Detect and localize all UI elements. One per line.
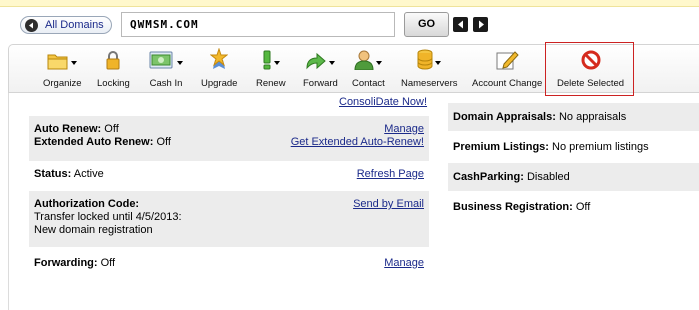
previous-arrow-icon[interactable] xyxy=(453,17,468,32)
toolbar-locking-label: Locking xyxy=(97,78,130,89)
toolbar-renew[interactable]: Renew xyxy=(256,50,286,89)
forwarding-label: Forwarding: xyxy=(34,257,98,269)
business-registration-label: Business Registration: xyxy=(453,201,573,213)
dropdown-caret-icon xyxy=(177,61,183,65)
send-by-email-link[interactable]: Send by Email xyxy=(353,198,424,211)
dropdown-caret-icon xyxy=(71,61,78,65)
domain-appraisals-row: Domain Appraisals: No appraisals xyxy=(448,103,699,131)
dropdown-caret-icon xyxy=(376,61,383,65)
transfer-lock-text: Transfer locked until 4/5/2013: xyxy=(34,211,182,223)
cashparking-label: CashParking: xyxy=(453,171,524,183)
toolbar-delete-selected[interactable]: Delete Selected xyxy=(557,50,625,89)
premium-listings-label: Premium Listings: xyxy=(453,141,549,153)
toolbar-account-change-label: Account Change xyxy=(472,78,543,89)
all-domains-label: All Domains xyxy=(45,19,104,31)
manage-auto-renew-link[interactable]: Manage xyxy=(384,123,424,136)
all-domains-button[interactable]: All Domains xyxy=(20,16,112,34)
renew-icon xyxy=(262,50,272,73)
toolbar-locking[interactable]: Locking xyxy=(97,51,130,89)
toolbar-contact-label: Contact xyxy=(352,78,385,89)
authorization-code-row: Authorization Code: Send by Email Transf… xyxy=(29,191,429,247)
manage-forwarding-link[interactable]: Manage xyxy=(384,257,424,270)
toolbar-delete-selected-label: Delete Selected xyxy=(557,78,625,89)
left-panel-border xyxy=(8,93,9,310)
extended-auto-renew-value: Off xyxy=(156,136,171,148)
status-value: Active xyxy=(73,168,104,180)
status-label: Status: xyxy=(34,168,72,180)
toolbar-forward-label: Forward xyxy=(303,78,338,89)
dropdown-caret-icon xyxy=(435,61,442,65)
nameservers-database-icon xyxy=(417,49,433,73)
cashparking-value: Disabled xyxy=(526,171,570,183)
business-registration-value: Off xyxy=(575,201,591,213)
toolbar-forward[interactable]: Forward xyxy=(303,51,338,89)
domain-search-input[interactable]: QWMSM.COM xyxy=(121,12,395,37)
auto-renew-row: Auto Renew: Off Manage Extended Auto Ren… xyxy=(29,116,429,161)
forwarding-row: Forwarding: Off Manage xyxy=(29,250,429,278)
forward-arrow-icon xyxy=(305,52,327,73)
top-notice-strip xyxy=(0,0,699,7)
prohibited-icon xyxy=(581,50,601,73)
business-registration-row: Business Registration: Off xyxy=(448,193,699,221)
auto-renew-label: Auto Renew: xyxy=(34,123,102,135)
toolbar-contact[interactable]: Contact xyxy=(352,50,385,89)
toolbar-upgrade-label: Upgrade xyxy=(201,78,238,89)
toolbar-cash-in-label: Cash In xyxy=(149,78,183,89)
account-change-pencil-icon xyxy=(495,50,519,73)
auto-renew-value: Off xyxy=(104,123,119,135)
forwarding-value: Off xyxy=(100,257,116,269)
cashparking-row: CashParking: Disabled xyxy=(448,163,699,191)
consolidate-now-link[interactable]: ConsoliDate Now! xyxy=(339,96,427,108)
contact-person-icon xyxy=(354,50,374,73)
folder-icon xyxy=(47,52,69,73)
premium-listings-value: No premium listings xyxy=(552,141,649,153)
refresh-page-link[interactable]: Refresh Page xyxy=(357,168,424,181)
toolbar-renew-label: Renew xyxy=(256,78,286,89)
extended-auto-renew-label: Extended Auto Renew: xyxy=(34,136,154,148)
toolbar-organize[interactable]: Organize xyxy=(43,51,82,89)
toolbar-cash-in[interactable]: Cash In xyxy=(149,51,183,89)
toolbar-account-change[interactable]: Account Change xyxy=(472,51,542,89)
padlock-icon xyxy=(105,50,121,73)
authorization-code-label: Authorization Code: xyxy=(34,198,140,210)
premium-listings-row: Premium Listings: No premium listings xyxy=(448,133,699,161)
new-registration-text: New domain registration xyxy=(34,224,153,236)
go-button[interactable]: GO xyxy=(404,12,449,37)
get-extended-auto-renew-link[interactable]: Get Extended Auto-Renew! xyxy=(291,136,424,149)
domain-appraisals-label: Domain Appraisals: xyxy=(453,111,556,123)
toolbar-nameservers[interactable]: Nameservers xyxy=(401,49,458,89)
toolbar-upgrade[interactable]: Upgrade xyxy=(201,47,238,89)
back-arrow-icon xyxy=(25,18,38,32)
toolbar-organize-label: Organize xyxy=(43,78,82,89)
domain-toolbar: Organize Locking Cash In Upgrade Renew F… xyxy=(8,44,699,93)
dropdown-caret-icon xyxy=(273,61,280,65)
star-ribbon-icon xyxy=(209,47,229,73)
dropdown-caret-icon xyxy=(329,61,336,65)
domain-appraisals-value: No appraisals xyxy=(558,111,627,123)
status-row: Status: Active Refresh Page xyxy=(29,161,429,189)
next-arrow-icon[interactable] xyxy=(473,17,488,32)
cash-in-icon xyxy=(149,50,175,73)
toolbar-nameservers-label: Nameservers xyxy=(401,78,458,89)
